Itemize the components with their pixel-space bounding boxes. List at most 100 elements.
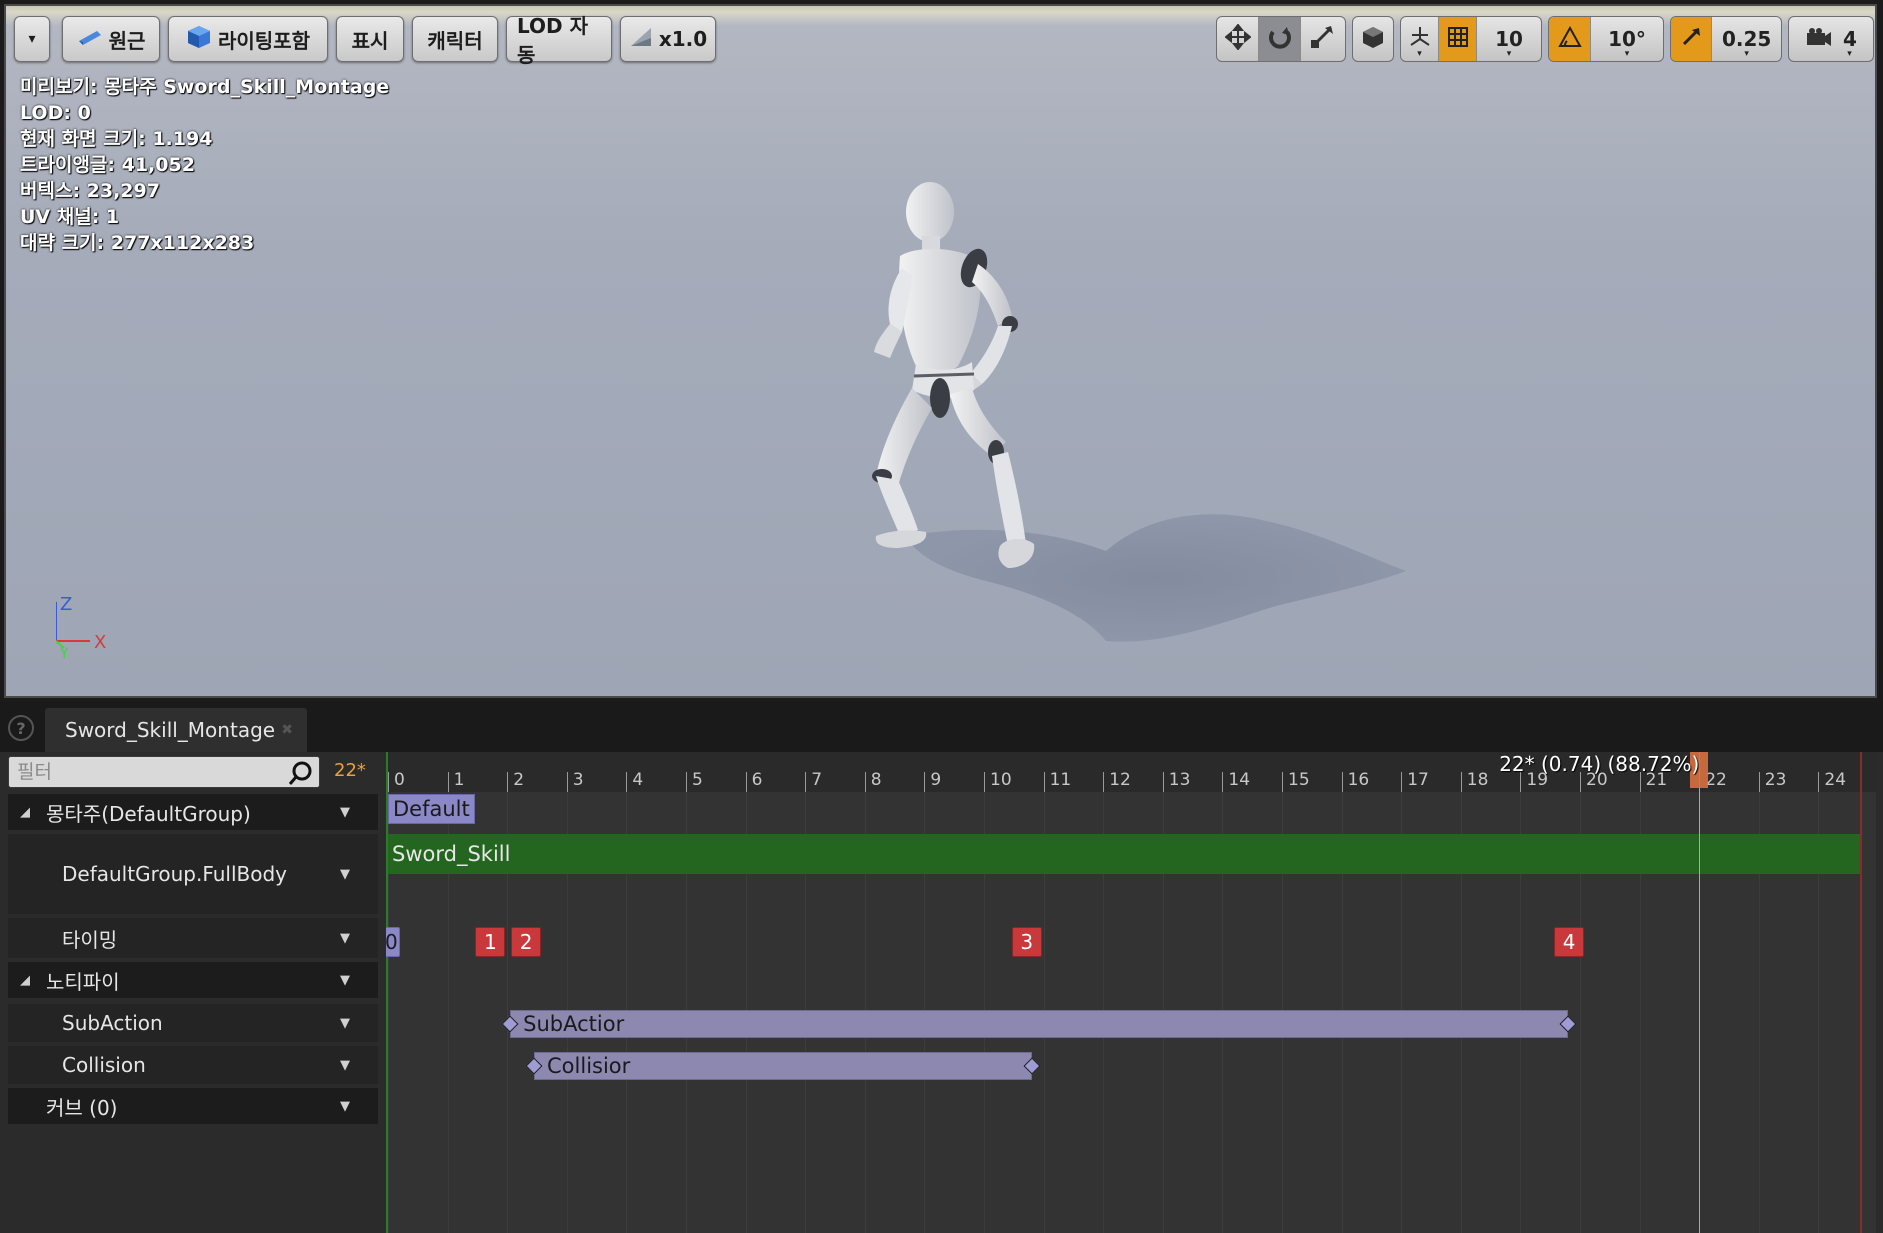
camera-speed-button[interactable]: 4 ▾	[1789, 17, 1873, 61]
show-button[interactable]: 표시	[336, 16, 404, 62]
collapse-triangle-icon[interactable]: ◢	[20, 805, 38, 820]
notify-state-bar[interactable]: Collisior	[534, 1052, 1032, 1080]
dropdown-arrow-icon[interactable]: ▼	[340, 805, 350, 820]
scale-snap-toggle[interactable]	[1671, 17, 1713, 61]
dropdown-arrow-icon[interactable]: ▼	[340, 973, 350, 988]
track-label: DefaultGroup.FullBody	[62, 862, 288, 886]
rotation-snap-toggle[interactable]	[1549, 17, 1591, 61]
lighting-mode-label: 라이팅포함	[218, 28, 310, 53]
slot-segment-bar[interactable]: Sword_Skill	[388, 834, 1861, 874]
ruler-tick	[447, 772, 449, 792]
dropdown-arrow-icon[interactable]: ▼	[340, 931, 350, 946]
world-local-toggle[interactable]	[1353, 17, 1393, 61]
ruler-tick	[566, 772, 568, 792]
search-icon[interactable]	[287, 759, 315, 787]
ruler-tick-label: 9	[930, 770, 942, 790]
angle-icon	[1557, 25, 1582, 53]
lighting-mode-button[interactable]: 라이팅포함	[168, 16, 328, 62]
rotate-tool[interactable]	[1259, 17, 1301, 61]
grid-icon	[1447, 26, 1469, 53]
timing-marker[interactable]: 1	[475, 927, 506, 957]
translate-tool[interactable]	[1217, 17, 1259, 61]
rotate-icon	[1267, 24, 1293, 55]
lod-label: LOD 자동	[517, 14, 588, 67]
rotation-snap-value-label: 10°	[1608, 27, 1646, 51]
rotation-snap-value[interactable]: 10° ▾	[1591, 17, 1663, 61]
track-label: 커브 (0)	[46, 1095, 118, 1120]
ruler-tick-label: 10	[990, 770, 1012, 790]
scale-snap-value[interactable]: 0.25 ▾	[1712, 17, 1781, 61]
lit-cube-icon	[186, 24, 212, 55]
timing-marker[interactable]: 2	[511, 927, 542, 957]
grid-snap-value-label: 10	[1495, 27, 1523, 51]
timing-marker[interactable]: 0	[386, 927, 400, 957]
dropdown-arrow-icon[interactable]: ▼	[340, 867, 350, 882]
scale-snap-group: 0.25 ▾	[1670, 16, 1782, 62]
track-slot[interactable]: DefaultGroup.FullBody ▼	[8, 834, 378, 914]
tab-title: Sword_Skill_Montage	[65, 718, 276, 742]
playhead-line	[1699, 752, 1701, 1233]
character-button[interactable]: 캐릭터	[412, 16, 498, 62]
transform-tools-group	[1216, 16, 1346, 62]
ruler-tick	[1282, 772, 1283, 792]
section-label: Default	[393, 797, 470, 821]
start-marker	[386, 752, 388, 1233]
filter-input[interactable]	[9, 757, 279, 787]
playback-speed-label: x1.0	[658, 27, 708, 51]
slot-segment-label: Sword_Skill	[392, 842, 511, 866]
track-notify-collision[interactable]: Collision ▼	[8, 1046, 378, 1084]
ruler-tick	[745, 772, 747, 792]
notify-state-bar[interactable]: SubActior	[510, 1010, 1569, 1038]
timing-marker[interactable]: 4	[1554, 927, 1585, 957]
track-curves[interactable]: 커브 (0) ▼	[8, 1088, 378, 1124]
stats-line: LOD: 0	[20, 102, 91, 124]
ruler-tick-label: 13	[1168, 770, 1191, 790]
perspective-button[interactable]: 원근	[62, 16, 160, 62]
help-icon[interactable]: ?	[8, 715, 34, 741]
ruler-tick-label: 16	[1347, 770, 1370, 790]
ruler-tick	[924, 772, 926, 792]
grid-snap-toggle[interactable]	[1439, 17, 1477, 61]
ruler-tick	[1222, 772, 1224, 792]
preview-viewport[interactable]: ▾ 원근 라이팅포함 표시 캐릭터 LOD 자동 x1.0 ▾ 10 ▾ 10°…	[4, 4, 1877, 698]
tab-sword-skill-montage[interactable]: Sword_Skill_Montage ✖	[45, 708, 307, 752]
ruler-tick-label: 11	[1049, 770, 1072, 790]
ruler-tick-label: 12	[1109, 770, 1131, 790]
ruler-tick-label: 1	[453, 770, 465, 790]
scale-tool[interactable]	[1301, 17, 1343, 61]
track-label: 타이밍	[62, 927, 118, 952]
dropdown-arrow-icon[interactable]: ▼	[340, 1016, 350, 1031]
track-label: Collision	[62, 1053, 146, 1077]
track-label: SubAction	[62, 1011, 163, 1035]
ruler-tick-label: 0	[394, 770, 405, 790]
ruler-tick-label: 17	[1407, 770, 1429, 790]
ruler-tick-label: 14	[1228, 770, 1251, 790]
stats-line: 대략 크기: 277x112x283	[20, 232, 255, 254]
viewport-menu-button[interactable]: ▾	[14, 16, 50, 62]
track-montage-group[interactable]: ◢ 몽타주(DefaultGroup) ▼	[8, 794, 378, 830]
perspective-label: 원근	[108, 28, 146, 53]
ruler-tick	[984, 772, 985, 792]
y-axis-label: Y	[59, 646, 69, 662]
close-icon[interactable]: ✖	[281, 722, 293, 738]
collapse-triangle-icon[interactable]: ◢	[20, 973, 38, 988]
grid-snap-value[interactable]: 10 ▾	[1477, 17, 1541, 61]
ruler-tick-label: 7	[811, 770, 823, 790]
track-label: 몽타주(DefaultGroup)	[46, 801, 251, 826]
ruler-tick-label: 6	[751, 770, 763, 790]
section-default[interactable]: Default	[388, 794, 475, 824]
camera-speed-group: 4 ▾	[1788, 16, 1874, 62]
rotation-snap-group: 10° ▾	[1548, 16, 1664, 62]
coordinate-space-group	[1352, 16, 1394, 62]
track-timing[interactable]: 타이밍 ▼	[8, 918, 378, 958]
timing-marker[interactable]: 3	[1011, 927, 1042, 957]
dropdown-arrow-icon[interactable]: ▼	[340, 1099, 350, 1114]
lod-button[interactable]: LOD 자동	[506, 14, 612, 67]
ruler-tick	[507, 772, 509, 792]
track-notify-subaction[interactable]: SubAction ▼	[8, 1004, 378, 1042]
playback-speed-button[interactable]: x1.0	[620, 16, 716, 62]
surface-snap-button[interactable]: ▾	[1401, 17, 1439, 61]
track-notify-group[interactable]: ◢ 노티파이 ▼	[8, 962, 378, 998]
dropdown-arrow-icon[interactable]: ▼	[340, 1058, 350, 1073]
montage-timeline[interactable]: 0 1 2 3 4 5 6 7 8 9 10 11 12 13 14 15 16 17 18 19 20 21 22 23 24…	[386, 752, 1876, 1233]
